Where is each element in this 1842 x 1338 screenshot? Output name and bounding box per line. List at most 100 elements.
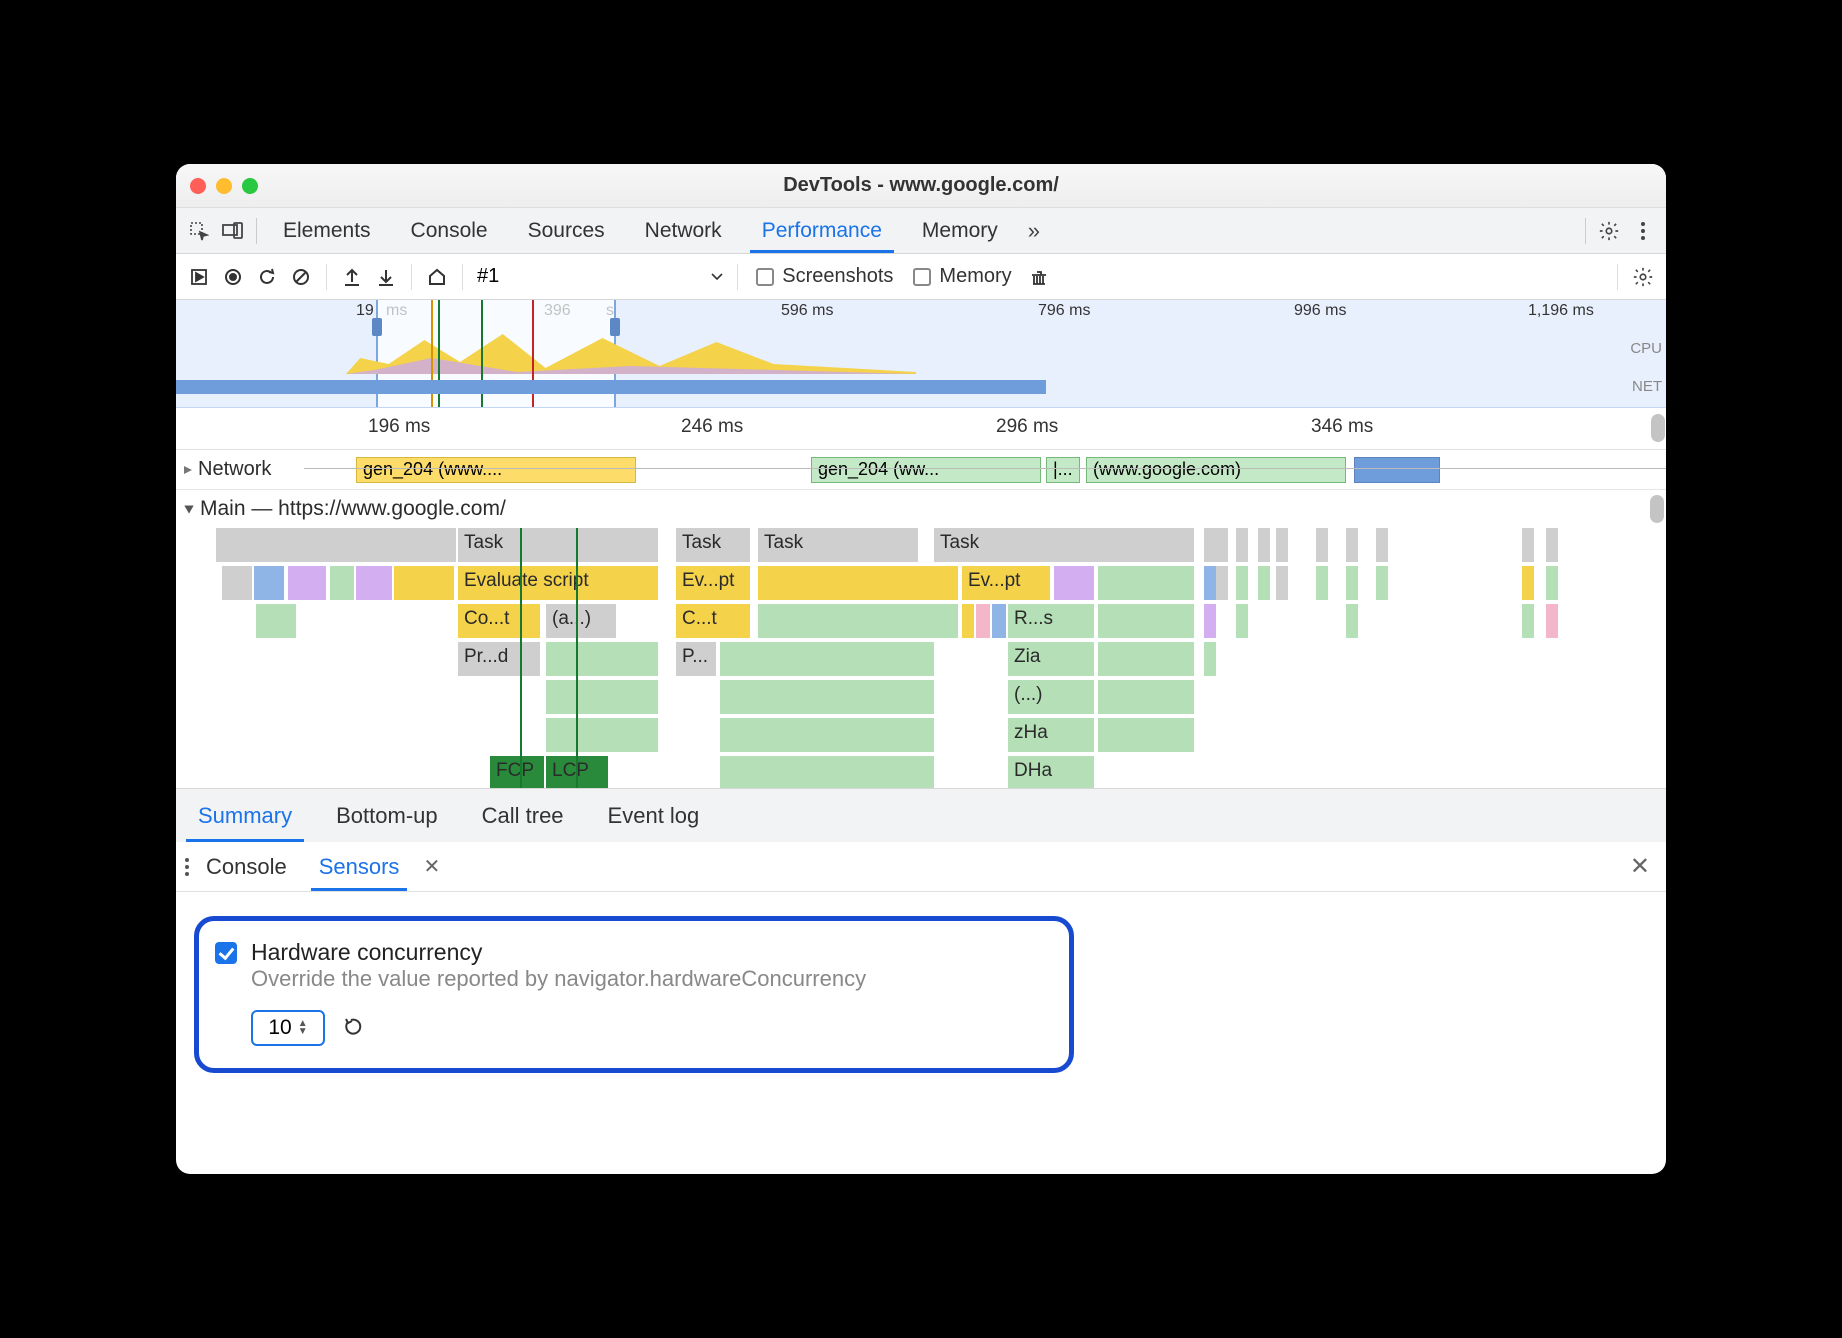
collect-garbage-icon[interactable] (1022, 260, 1056, 294)
number-stepper-icon[interactable]: ▲▼ (298, 1020, 308, 1036)
flame-sliver[interactable] (1346, 566, 1358, 600)
home-icon[interactable] (420, 260, 454, 294)
flame-sliver[interactable] (1522, 566, 1534, 600)
flame-segment[interactable] (720, 642, 934, 676)
flame-segment[interactable] (720, 680, 934, 714)
scrollbar-thumb[interactable] (1650, 495, 1664, 523)
flame-segment[interactable]: Ev...pt (676, 566, 750, 600)
reload-icon[interactable] (250, 260, 284, 294)
flame-segment[interactable] (1098, 718, 1194, 752)
settings-gear-icon[interactable] (1592, 214, 1626, 248)
detail-timeline-ruler[interactable]: 196 ms246 ms296 ms346 ms (176, 408, 1666, 450)
flame-segment[interactable]: Ev...pt (962, 566, 1050, 600)
flame-segment[interactable]: Zia (1008, 642, 1094, 676)
flame-sliver[interactable] (1346, 604, 1358, 638)
flame-sliver[interactable] (1316, 566, 1328, 600)
overview-timeline[interactable]: 19ms396s596 ms796 ms996 ms1,196 ms CPU N… (176, 300, 1666, 408)
flame-segment[interactable]: R...s (1008, 604, 1094, 638)
flame-segment[interactable]: Task (676, 528, 750, 562)
details-tab-event-log[interactable]: Event log (586, 789, 722, 842)
network-request-block[interactable]: gen_204 (ww... (811, 457, 1041, 483)
record-icon[interactable] (216, 260, 250, 294)
flame-sliver[interactable] (1376, 528, 1388, 562)
tab-console[interactable]: Console (391, 208, 508, 253)
flame-sliver[interactable] (1204, 642, 1216, 676)
memory-checkbox[interactable]: Memory (903, 265, 1021, 288)
flame-sliver[interactable] (1276, 528, 1288, 562)
close-drawer-icon[interactable]: ✕ (1622, 852, 1658, 881)
flame-chart[interactable]: TaskTaskTaskTaskEvaluate scriptEv...ptEv… (176, 528, 1666, 788)
flame-segment[interactable]: Task (458, 528, 658, 562)
recording-selector[interactable]: #1 (471, 265, 729, 288)
flame-sliver[interactable] (1216, 528, 1228, 562)
flame-segment[interactable] (356, 566, 392, 600)
tabs-overflow-button[interactable]: » (1018, 218, 1050, 244)
kebab-menu-icon[interactable] (1626, 214, 1660, 248)
flame-sliver[interactable] (1346, 528, 1358, 562)
flame-segment[interactable] (962, 604, 974, 638)
flame-segment[interactable] (1098, 566, 1194, 600)
flame-segment[interactable]: (a...) (546, 604, 616, 638)
reset-icon[interactable] (343, 1017, 365, 1039)
flame-segment[interactable]: Co...t (458, 604, 540, 638)
minimize-window-button[interactable] (216, 178, 232, 194)
flame-segment[interactable]: FCP (490, 756, 544, 788)
flame-segment[interactable]: (...) (1008, 680, 1094, 714)
flame-sliver[interactable] (1276, 566, 1288, 600)
flame-segment[interactable] (546, 718, 658, 752)
toggle-record-button-icon[interactable] (182, 260, 216, 294)
flame-segment[interactable] (1098, 604, 1194, 638)
close-tab-icon[interactable]: ✕ (415, 854, 448, 879)
flame-sliver[interactable] (1522, 604, 1534, 638)
flame-segment[interactable] (976, 604, 990, 638)
drawer-tab-sensors[interactable]: Sensors (303, 842, 416, 891)
flame-sliver[interactable] (1236, 528, 1248, 562)
flame-segment[interactable] (1054, 566, 1094, 600)
flame-sliver[interactable] (1204, 604, 1216, 638)
hardware-concurrency-input[interactable]: 10 ▲▼ (251, 1010, 325, 1046)
flame-segment[interactable] (720, 756, 934, 788)
flame-sliver[interactable] (1546, 528, 1558, 562)
flame-sliver[interactable] (1316, 528, 1328, 562)
flame-segment[interactable] (216, 528, 456, 562)
flame-segment[interactable] (288, 566, 326, 600)
screenshots-checkbox[interactable]: Screenshots (746, 265, 903, 288)
flame-segment[interactable] (1098, 642, 1194, 676)
inspect-element-icon[interactable] (182, 214, 216, 248)
flame-sliver[interactable] (1258, 528, 1270, 562)
flame-sliver[interactable] (1546, 604, 1558, 638)
main-thread-header[interactable]: Main — https://www.google.com/ (176, 490, 1666, 528)
tab-performance[interactable]: Performance (742, 208, 902, 253)
flame-segment[interactable] (254, 566, 284, 600)
tab-memory[interactable]: Memory (902, 208, 1018, 253)
flame-segment[interactable] (934, 604, 958, 638)
flame-segment[interactable]: Pr...d (458, 642, 540, 676)
flame-segment[interactable]: DHa (1008, 756, 1094, 788)
network-request-block[interactable] (1354, 457, 1440, 483)
flame-sliver[interactable] (1522, 528, 1534, 562)
flame-segment[interactable]: Evaluate script (458, 566, 658, 600)
flame-sliver[interactable] (1236, 604, 1248, 638)
hardware-concurrency-checkbox[interactable] (215, 942, 237, 964)
tab-network[interactable]: Network (625, 208, 742, 253)
network-request-block[interactable]: (www.google.com) (1086, 457, 1346, 483)
upload-icon[interactable] (335, 260, 369, 294)
flame-segment[interactable]: Task (758, 528, 918, 562)
details-tab-summary[interactable]: Summary (176, 789, 314, 842)
flame-segment[interactable] (394, 566, 454, 600)
flame-segment[interactable]: zHa (1008, 718, 1094, 752)
flame-sliver[interactable] (1204, 566, 1216, 600)
scrollbar-thumb[interactable] (1651, 414, 1665, 442)
flame-sliver[interactable] (1258, 566, 1270, 600)
capture-settings-gear-icon[interactable] (1626, 260, 1660, 294)
tab-sources[interactable]: Sources (508, 208, 625, 253)
flame-segment[interactable] (546, 680, 658, 714)
network-request-block[interactable]: |... (1046, 457, 1080, 483)
download-icon[interactable] (369, 260, 403, 294)
flame-sliver[interactable] (1216, 566, 1228, 600)
flame-sliver[interactable] (1546, 566, 1558, 600)
flame-segment[interactable] (222, 566, 252, 600)
flame-sliver[interactable] (1376, 566, 1388, 600)
flame-segment[interactable] (758, 566, 934, 600)
network-lane-header[interactable]: Network (176, 458, 271, 481)
